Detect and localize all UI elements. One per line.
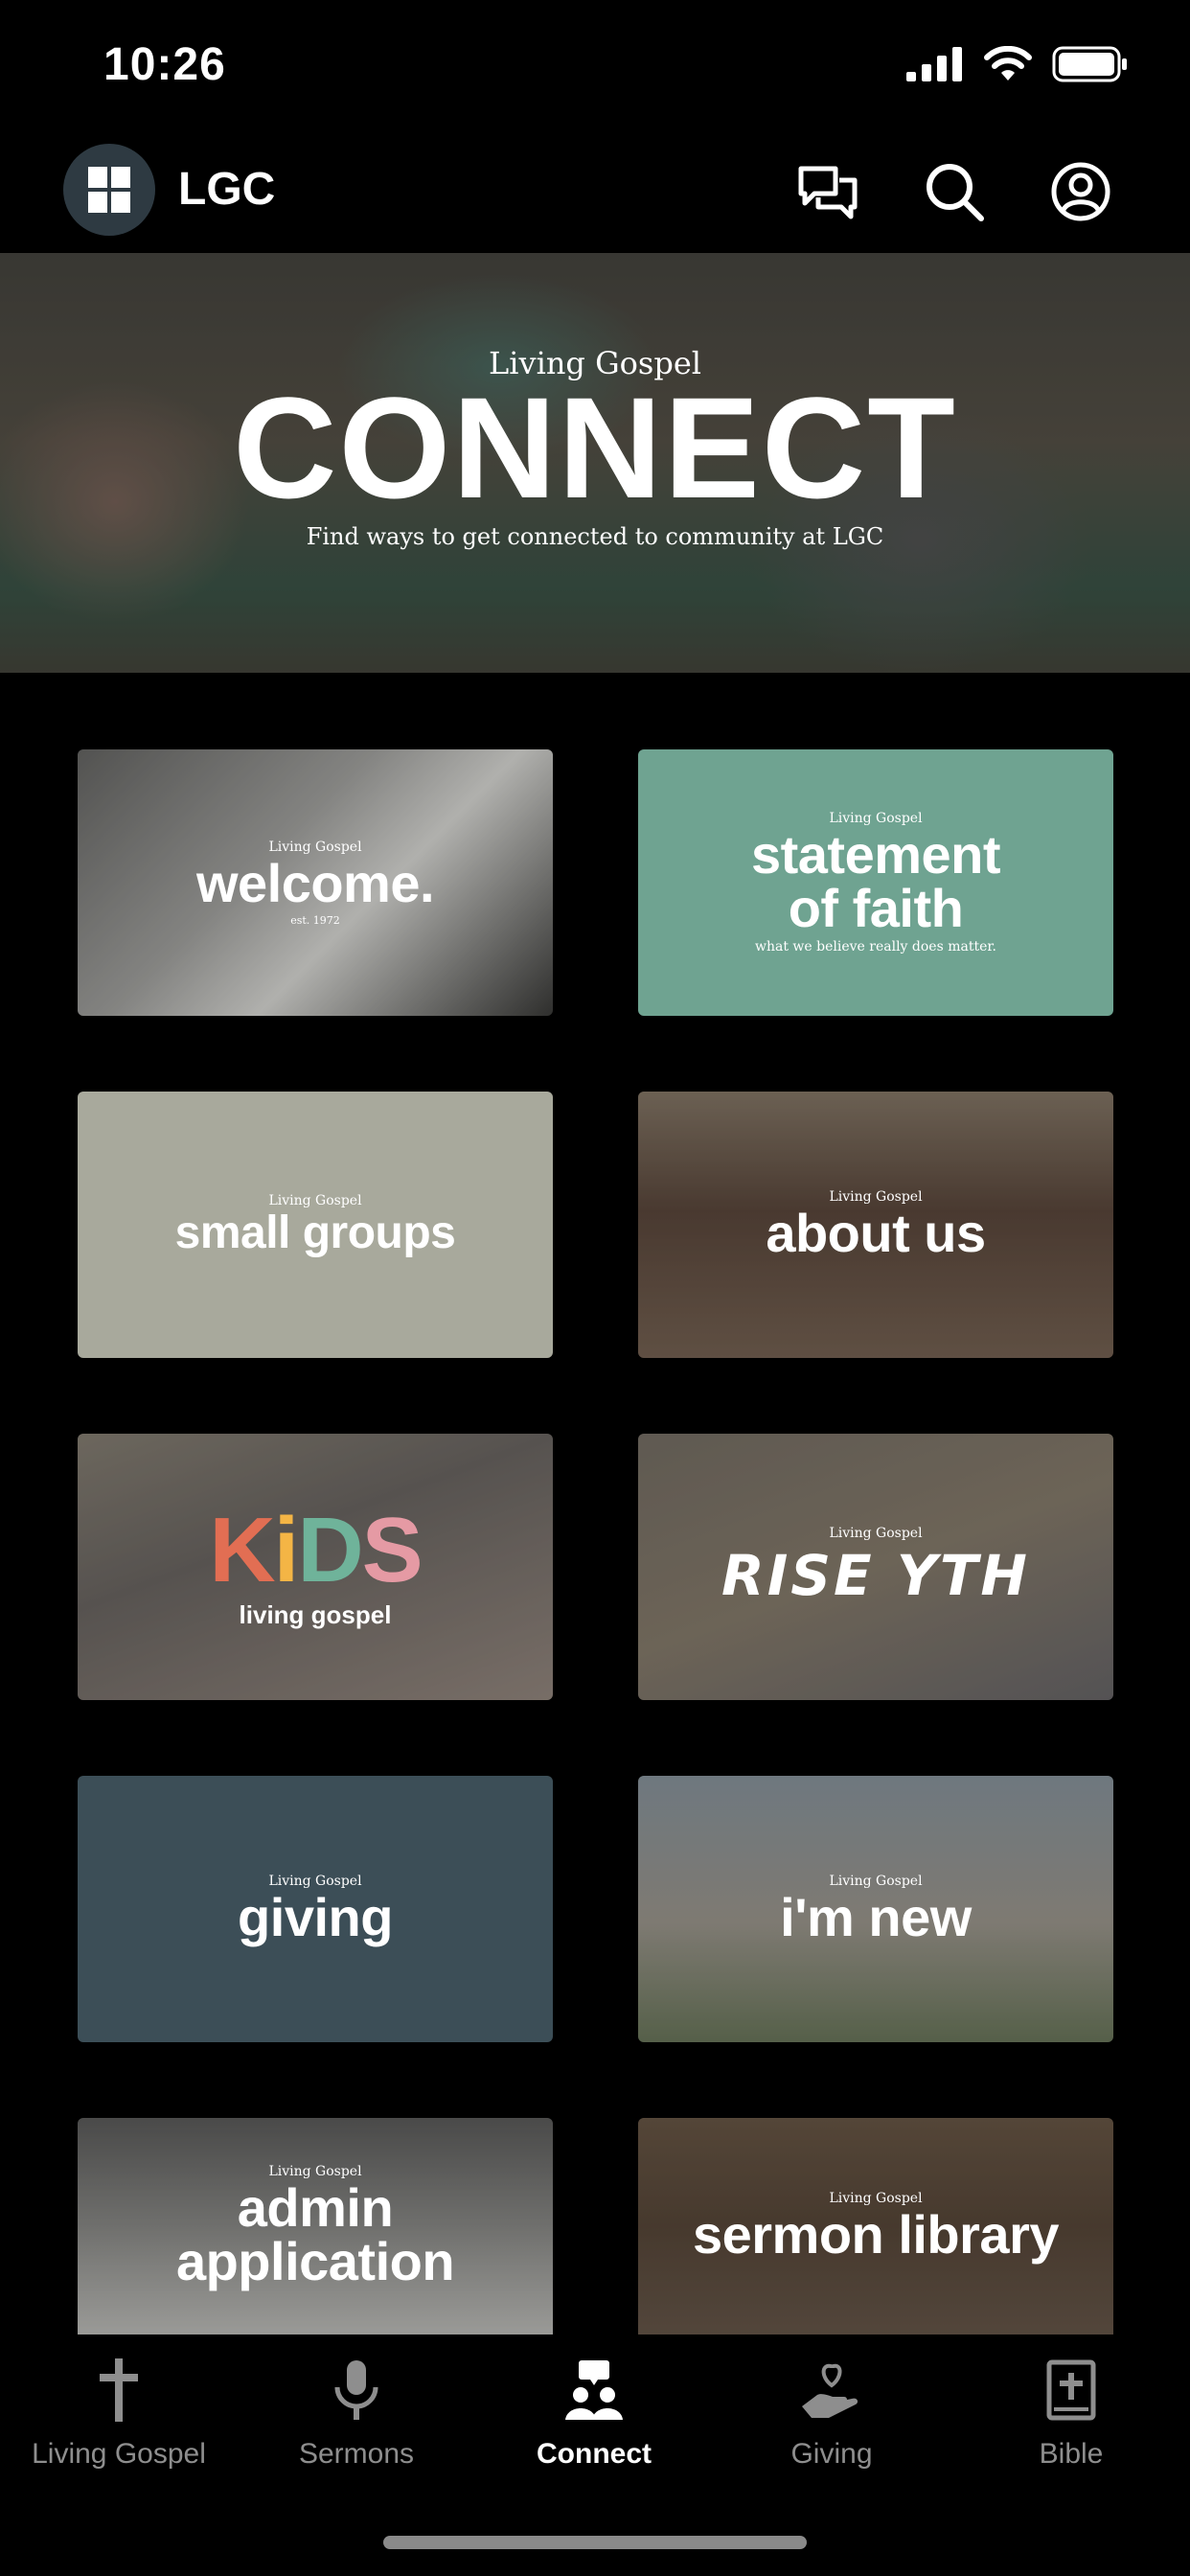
- user-icon: [1051, 162, 1110, 221]
- tile-kids[interactable]: KiDS living gospel: [78, 1434, 553, 1700]
- hero-subtitle: Find ways to get connected to community …: [306, 523, 884, 550]
- status-icons: [906, 46, 1129, 82]
- app-title: LGC: [178, 164, 276, 215]
- tab-connect[interactable]: Connect: [475, 2356, 713, 2499]
- tab-giving[interactable]: Giving: [713, 2356, 950, 2499]
- tile-eyebrow: Living Gospel: [268, 1193, 362, 1208]
- tab-living-gospel[interactable]: Living Gospel: [0, 2356, 238, 2499]
- tab-label: Connect: [537, 2438, 652, 2470]
- hero-title: CONNECT: [233, 367, 957, 528]
- tile-sub: what we believe really does matter.: [755, 939, 996, 954]
- kids-logo: KiDS: [209, 1504, 423, 1597]
- tile-label: about us: [766, 1203, 986, 1263]
- tab-label: Giving: [790, 2438, 873, 2470]
- cross-icon: [84, 2356, 153, 2425]
- tile-im-new[interactable]: Living Gospel i'm new: [638, 1776, 1113, 2042]
- tile-small-groups[interactable]: Living Gospel small groups: [78, 1092, 553, 1358]
- tile-label: RISE YTH: [721, 1543, 1030, 1608]
- tile-statement-of-faith[interactable]: Living Gospel statement of faith what we…: [638, 749, 1113, 1016]
- tile-label-line2: application: [175, 2231, 455, 2291]
- kids-letter: D: [297, 1498, 363, 1601]
- heart-hand-icon: [797, 2356, 866, 2425]
- tile-label: sermon library: [692, 2204, 1060, 2265]
- bible-icon: [1037, 2356, 1106, 2425]
- tab-sermons[interactable]: Sermons: [238, 2356, 475, 2499]
- connect-hero-banner: Living Gospel CONNECT Find ways to get c…: [0, 253, 1190, 673]
- tab-label: Sermons: [298, 2438, 415, 2470]
- tile-eyebrow: Living Gospel: [829, 1526, 923, 1541]
- home-indicator[interactable]: [383, 2536, 807, 2549]
- tab-label: Bible: [1039, 2438, 1104, 2470]
- battery-icon: [1052, 46, 1127, 82]
- tile-label: welcome.: [195, 852, 435, 913]
- tab-bible[interactable]: Bible: [952, 2356, 1190, 2499]
- tile-admin-application[interactable]: Living Gospel admin application: [78, 2118, 553, 2334]
- wifi-icon: [984, 46, 1032, 80]
- tile-sub: est. 1972: [290, 913, 340, 927]
- tile-label-line1: statement: [750, 824, 1001, 885]
- tile-sermon-library[interactable]: Living Gospel sermon library: [638, 2118, 1113, 2334]
- tile-label-line1: admin: [237, 2177, 394, 2238]
- tile-label-line2: of faith: [788, 878, 964, 938]
- chat-icon: [798, 166, 858, 219]
- tile-giving[interactable]: Living Gospel giving: [78, 1776, 553, 2042]
- tab-label: Living Gospel: [32, 2438, 206, 2470]
- tile-about-us[interactable]: Living Gospel about us: [638, 1092, 1113, 1358]
- search-button[interactable]: [920, 157, 989, 226]
- app-header: LGC: [0, 134, 1190, 253]
- kids-letter: K: [209, 1498, 275, 1601]
- microphone-icon: [322, 2356, 391, 2425]
- people-icon: [560, 2356, 629, 2425]
- tile-welcome[interactable]: Living Gospel welcome. est. 1972: [78, 749, 553, 1016]
- tile-rise-youth[interactable]: Living Gospel RISE YTH: [638, 1434, 1113, 1700]
- profile-button[interactable]: [1046, 157, 1115, 226]
- messages-button[interactable]: [793, 157, 862, 226]
- kids-letter: i: [273, 1498, 300, 1601]
- logo-windows-icon: [88, 167, 130, 213]
- kids-letter: S: [361, 1498, 423, 1601]
- status-time: 10:26: [103, 39, 226, 90]
- church-logo[interactable]: [63, 144, 155, 236]
- tile-label: i'm new: [780, 1887, 972, 1947]
- search-icon: [927, 164, 984, 221]
- tile-label: small groups: [174, 1208, 456, 1258]
- tile-label: giving: [238, 1887, 393, 1947]
- tile-sub: living gospel: [239, 1599, 392, 1629]
- status-bar: 10:26: [0, 0, 1190, 130]
- signal-icon: [906, 47, 962, 81]
